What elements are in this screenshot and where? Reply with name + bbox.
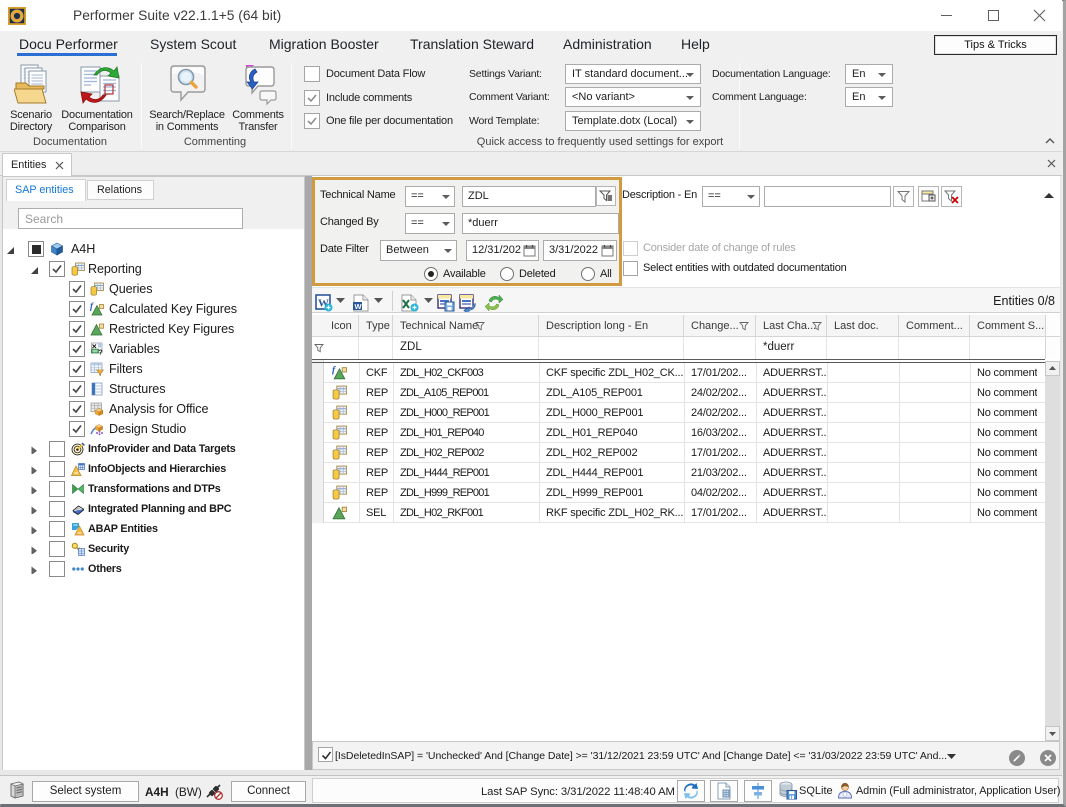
svg-text:W: W (355, 302, 363, 311)
